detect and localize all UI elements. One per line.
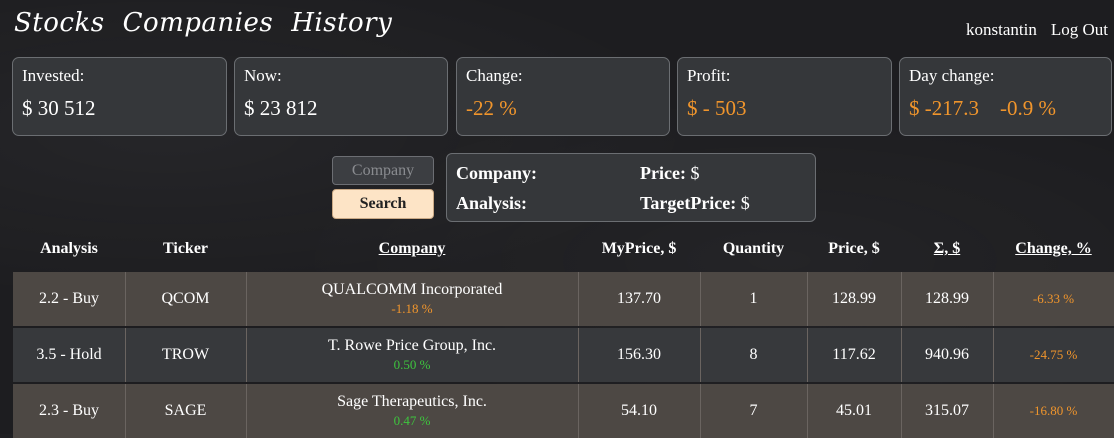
company-name: T. Rowe Price Group, Inc. — [327, 337, 497, 354]
cell-ticker: QCOM — [125, 272, 247, 326]
nav-link-stocks[interactable]: Stocks — [14, 8, 105, 38]
info-target-price: TargetPrice: $ — [640, 193, 750, 214]
company-day-change: 0.50 % — [393, 357, 431, 372]
cell-price: 45.01 — [807, 384, 902, 438]
header-change-sort[interactable]: Change, % — [993, 240, 1114, 258]
table-row[interactable]: 2.3 - Buy SAGE Sage Therapeutics, Inc. 0… — [13, 384, 1114, 438]
cell-sum: 315.07 — [901, 384, 994, 438]
header-ticker: Ticker — [162, 240, 209, 257]
cell-analysis: 2.2 - Buy — [13, 272, 126, 326]
company-name: Sage Therapeutics, Inc. — [337, 393, 487, 410]
logout-link[interactable]: Log Out — [1051, 20, 1108, 40]
cell-quantity: 7 — [700, 384, 808, 438]
change-card: Change: -22 % — [456, 57, 670, 136]
table-row[interactable]: 3.5 - Hold TROW T. Rowe Price Group, Inc… — [13, 328, 1114, 382]
cell-myprice: 156.30 — [578, 328, 701, 382]
info-price-label: Price: — [640, 163, 686, 183]
company-day-change: 0.47 % — [393, 413, 431, 428]
info-target-label: TargetPrice: — [640, 193, 737, 213]
company-day-change: -1.18 % — [391, 301, 433, 316]
cell-ticker: TROW — [125, 328, 247, 382]
cell-sum: 128.99 — [901, 272, 994, 326]
day-change-card: Day change: $ -217.3 -0.9 % — [899, 57, 1112, 136]
company-info-panel: Company: Price: $ Analysis: TargetPrice:… — [446, 153, 816, 222]
company-name: QUALCOMM Incorporated — [321, 281, 503, 298]
table-row[interactable]: 2.2 - Buy QCOM QUALCOMM Incorporated -1.… — [13, 272, 1114, 326]
cell-change: -24.75 % — [1029, 347, 1078, 362]
header-price: Price, $ — [828, 240, 880, 257]
invested-card: Invested: $ 30 512 — [12, 57, 227, 136]
username-link[interactable]: konstantin — [966, 20, 1037, 40]
info-target-unit: $ — [740, 193, 750, 213]
info-company-label: Company: — [456, 163, 538, 183]
main-nav: Stocks Companies History — [14, 8, 392, 38]
day-change-label: Day change: — [909, 66, 995, 85]
header-myprice: MyPrice, $ — [601, 240, 677, 257]
now-label: Now: — [244, 66, 282, 85]
cell-myprice: 137.70 — [578, 272, 701, 326]
cell-company: T. Rowe Price Group, Inc. 0.50 % — [246, 328, 579, 382]
cell-change: -6.33 % — [1032, 291, 1075, 306]
invested-label: Invested: — [22, 66, 85, 85]
header-company-sort[interactable]: Company — [246, 240, 578, 258]
invested-value: $ 30 512 — [22, 96, 96, 120]
change-label: Change: — [466, 66, 523, 85]
cell-company: QUALCOMM Incorporated -1.18 % — [246, 272, 579, 326]
info-price: Price: $ — [640, 163, 699, 184]
cell-sum: 940.96 — [901, 328, 994, 382]
header-sum-sort[interactable]: Σ, $ — [901, 240, 993, 258]
now-value: $ 23 812 — [244, 96, 318, 120]
cell-price: 117.62 — [807, 328, 902, 382]
cell-quantity: 8 — [700, 328, 808, 382]
now-card: Now: $ 23 812 — [234, 57, 448, 136]
company-button[interactable]: Company — [332, 156, 434, 185]
day-change-value: $ -217.3 -0.9 % — [909, 96, 1056, 120]
cell-myprice: 54.10 — [578, 384, 701, 438]
profit-value: $ - 503 — [687, 96, 747, 120]
cell-analysis: 2.3 - Buy — [13, 384, 126, 438]
cell-quantity: 1 — [700, 272, 808, 326]
nav-link-history[interactable]: History — [291, 8, 392, 38]
cell-price: 128.99 — [807, 272, 902, 326]
nav-link-companies[interactable]: Companies — [123, 8, 274, 38]
profit-label: Profit: — [687, 66, 731, 85]
info-analysis-label: Analysis: — [456, 193, 528, 213]
change-value: -22 % — [466, 96, 517, 120]
search-button[interactable]: Search — [332, 189, 434, 219]
cell-company: Sage Therapeutics, Inc. 0.47 % — [246, 384, 579, 438]
table-header: Analysis Ticker Company MyPrice, $ Quant… — [0, 240, 1114, 264]
header-quantity: Quantity — [722, 240, 785, 257]
profit-card: Profit: $ - 503 — [677, 57, 892, 136]
info-price-unit: $ — [690, 163, 700, 183]
cell-change: -16.80 % — [1029, 403, 1078, 418]
cell-analysis: 3.5 - Hold — [13, 328, 126, 382]
header-analysis: Analysis — [40, 240, 98, 257]
cell-ticker: SAGE — [125, 384, 247, 438]
user-menu: konstantin Log Out — [966, 20, 1108, 40]
